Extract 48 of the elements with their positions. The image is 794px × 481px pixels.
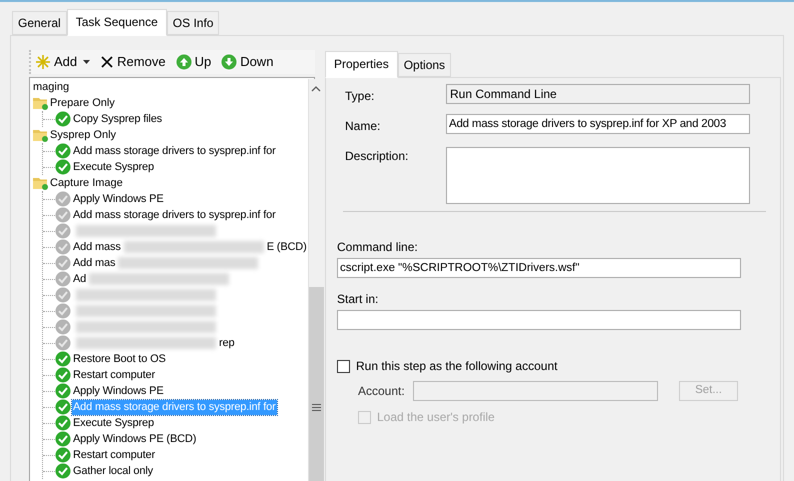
tree-item[interactable]: Execute Sysprep [72, 160, 155, 174]
arrow-up-circle-icon [176, 54, 192, 70]
scroll-up-icon[interactable] [311, 86, 322, 92]
tree-item[interactable]: Apply Windows PE (BCD) [72, 432, 198, 446]
tree-item[interactable]: Gather local only [72, 464, 154, 478]
tree-group[interactable]: Sysprep Only [50, 126, 116, 144]
scrollbar[interactable] [308, 79, 324, 481]
tab[interactable]: Options [398, 53, 452, 77]
description-label: Description: [345, 148, 410, 165]
remove-button[interactable]: Remove [98, 52, 168, 72]
load-profile-label: Load the user's profile [377, 409, 495, 426]
close-icon [100, 55, 114, 69]
checkbox[interactable] [337, 360, 350, 372]
type-field: Run Command Line [446, 84, 750, 104]
tree-item[interactable]: Execute Sysprep [72, 416, 155, 430]
type-label: Type: [345, 88, 376, 105]
tree-item[interactable]: Add mass storage drivers to sysprep.inf for [72, 144, 277, 158]
sparkle-icon [35, 54, 51, 70]
run-as-label: Run this step as the following account [356, 358, 558, 375]
tree-item[interactable]: Apply Windows PE [72, 384, 165, 398]
add-button[interactable]: Add [33, 52, 92, 72]
tree-group[interactable]: Prepare Only [50, 94, 115, 112]
tree-item[interactable]: Restart computer [72, 448, 156, 462]
folder-check-icon [33, 128, 49, 142]
account-label: Account: [358, 383, 406, 400]
tree-item[interactable]: Copy Sysprep files [72, 112, 164, 126]
description-field[interactable] [446, 147, 750, 204]
name-label: Name: [345, 118, 382, 135]
tab[interactable]: Task Sequence [66, 9, 167, 36]
command-line-field[interactable]: cscript.exe "%SCRIPTROOT%\ZTIDrivers.wsf" [337, 258, 741, 278]
up-button[interactable]: Up [174, 52, 214, 72]
tree-group[interactable]: Capture Image [50, 174, 123, 192]
tab[interactable]: OS Info [166, 11, 220, 35]
arrow-down-circle-icon [221, 54, 238, 70]
command-line-label: Command line: [337, 239, 419, 256]
down-button[interactable]: Down [219, 52, 276, 72]
tree-item[interactable]: Restart computer [72, 368, 156, 382]
tab[interactable]: General [12, 11, 67, 35]
tree-root[interactable]: maging [33, 79, 308, 95]
folder-check-icon [33, 96, 49, 110]
start-in-label: Start in: [337, 291, 380, 308]
name-field[interactable]: Add mass storage drivers to sysprep.inf for XP and 2003 [446, 114, 750, 134]
tab[interactable]: Properties [325, 51, 398, 78]
start-in-field[interactable] [337, 310, 741, 330]
grip-icon [312, 404, 321, 411]
caret-icon [83, 60, 90, 64]
folder-check-icon [33, 176, 49, 190]
scroll-thumb[interactable] [308, 287, 324, 481]
